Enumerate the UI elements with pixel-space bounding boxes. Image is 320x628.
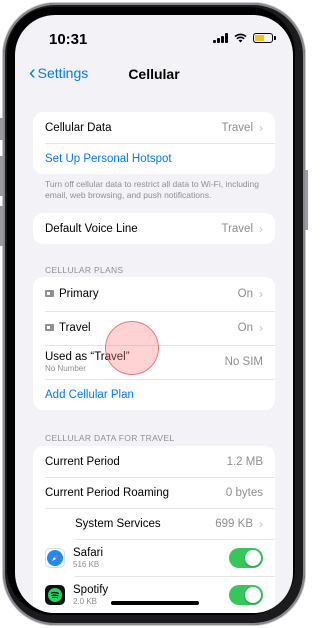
roaming-label: Current Period Roaming — [45, 486, 170, 499]
used-as-value: No SIM — [224, 356, 263, 368]
voice-line-value: Travel — [221, 222, 253, 235]
chevron-right-icon: › — [259, 516, 263, 531]
home-indicator[interactable] — [111, 601, 199, 605]
wifi-icon — [234, 33, 247, 43]
app-row-spotify: Spotify 2.0 KB — [33, 576, 275, 613]
usage-header: CELLULAR DATA FOR TRAVEL — [45, 433, 175, 443]
sim-icon — [45, 324, 54, 332]
system-services-label: System Services — [75, 517, 161, 530]
system-services-row[interactable]: System Services 699 KB › — [33, 508, 275, 539]
mute-switch — [0, 118, 3, 140]
current-period-value: 1.2 MB — [226, 455, 263, 468]
add-plan-row[interactable]: Add Cellular Plan — [33, 379, 275, 410]
plan-travel-label: Travel — [59, 322, 91, 334]
hotspot-row[interactable]: Set Up Personal Hotspot — [33, 143, 275, 174]
page-title: Cellular — [128, 66, 180, 82]
plan-primary-row[interactable]: Primary On › — [33, 277, 275, 311]
spotify-icon — [45, 584, 65, 605]
chevron-right-icon: › — [259, 221, 263, 236]
add-plan-link: Add Cellular Plan — [45, 388, 134, 401]
current-period-row: Current Period 1.2 MB — [33, 446, 275, 477]
cellular-data-note: Turn off cellular data to restrict all d… — [45, 179, 260, 200]
volume-down-button — [0, 206, 3, 246]
app-size: 516 KB — [73, 559, 100, 569]
app-size: 2.0 KB — [73, 596, 98, 606]
voice-line-group: Default Voice Line Travel › — [33, 213, 275, 244]
current-period-label: Current Period — [45, 455, 120, 468]
screen: 10:31 ‹ Settings Cellular Cellular Data … — [15, 15, 293, 613]
status-time: 10:31 — [49, 31, 88, 48]
plan-primary-label: Primary — [59, 288, 99, 300]
cellular-data-group: Cellular Data Travel › Set Up Personal Ho… — [33, 112, 275, 174]
roaming-row: Current Period Roaming 0 bytes — [33, 477, 275, 508]
cellular-data-value: Travel — [221, 121, 253, 134]
cellular-plans-header: CELLULAR PLANS — [45, 265, 124, 275]
app-row-safari: Safari 516 KB — [33, 539, 275, 576]
plan-primary-value: On — [237, 288, 253, 300]
spotify-data-toggle[interactable] — [229, 584, 263, 605]
roaming-value: 0 bytes — [225, 486, 263, 499]
safari-data-toggle[interactable] — [229, 547, 263, 568]
sim-icon — [45, 290, 54, 298]
safari-icon — [45, 547, 65, 568]
plan-travel-value: On — [237, 322, 253, 334]
default-voice-line-row[interactable]: Default Voice Line Travel › — [33, 213, 275, 244]
battery-icon — [253, 33, 276, 43]
signal-icon — [213, 33, 228, 43]
status-icons — [213, 33, 276, 43]
usage-group: Current Period 1.2 MB Current Period Roa… — [33, 446, 275, 613]
system-services-value: 699 KB — [215, 517, 253, 530]
voice-line-label: Default Voice Line — [45, 222, 138, 235]
volume-up-button — [0, 156, 3, 196]
chevron-right-icon: › — [259, 287, 263, 301]
app-name: Safari — [73, 546, 104, 559]
chevron-right-icon: › — [259, 120, 263, 135]
power-button — [305, 170, 308, 230]
hotspot-link: Set Up Personal Hotspot — [45, 152, 172, 165]
cellular-data-row[interactable]: Cellular Data Travel › — [33, 112, 275, 143]
chevron-right-icon: › — [259, 321, 263, 335]
touch-indicator — [105, 321, 159, 375]
cellular-data-label: Cellular Data — [45, 121, 112, 134]
app-name: Spotify — [73, 583, 109, 596]
